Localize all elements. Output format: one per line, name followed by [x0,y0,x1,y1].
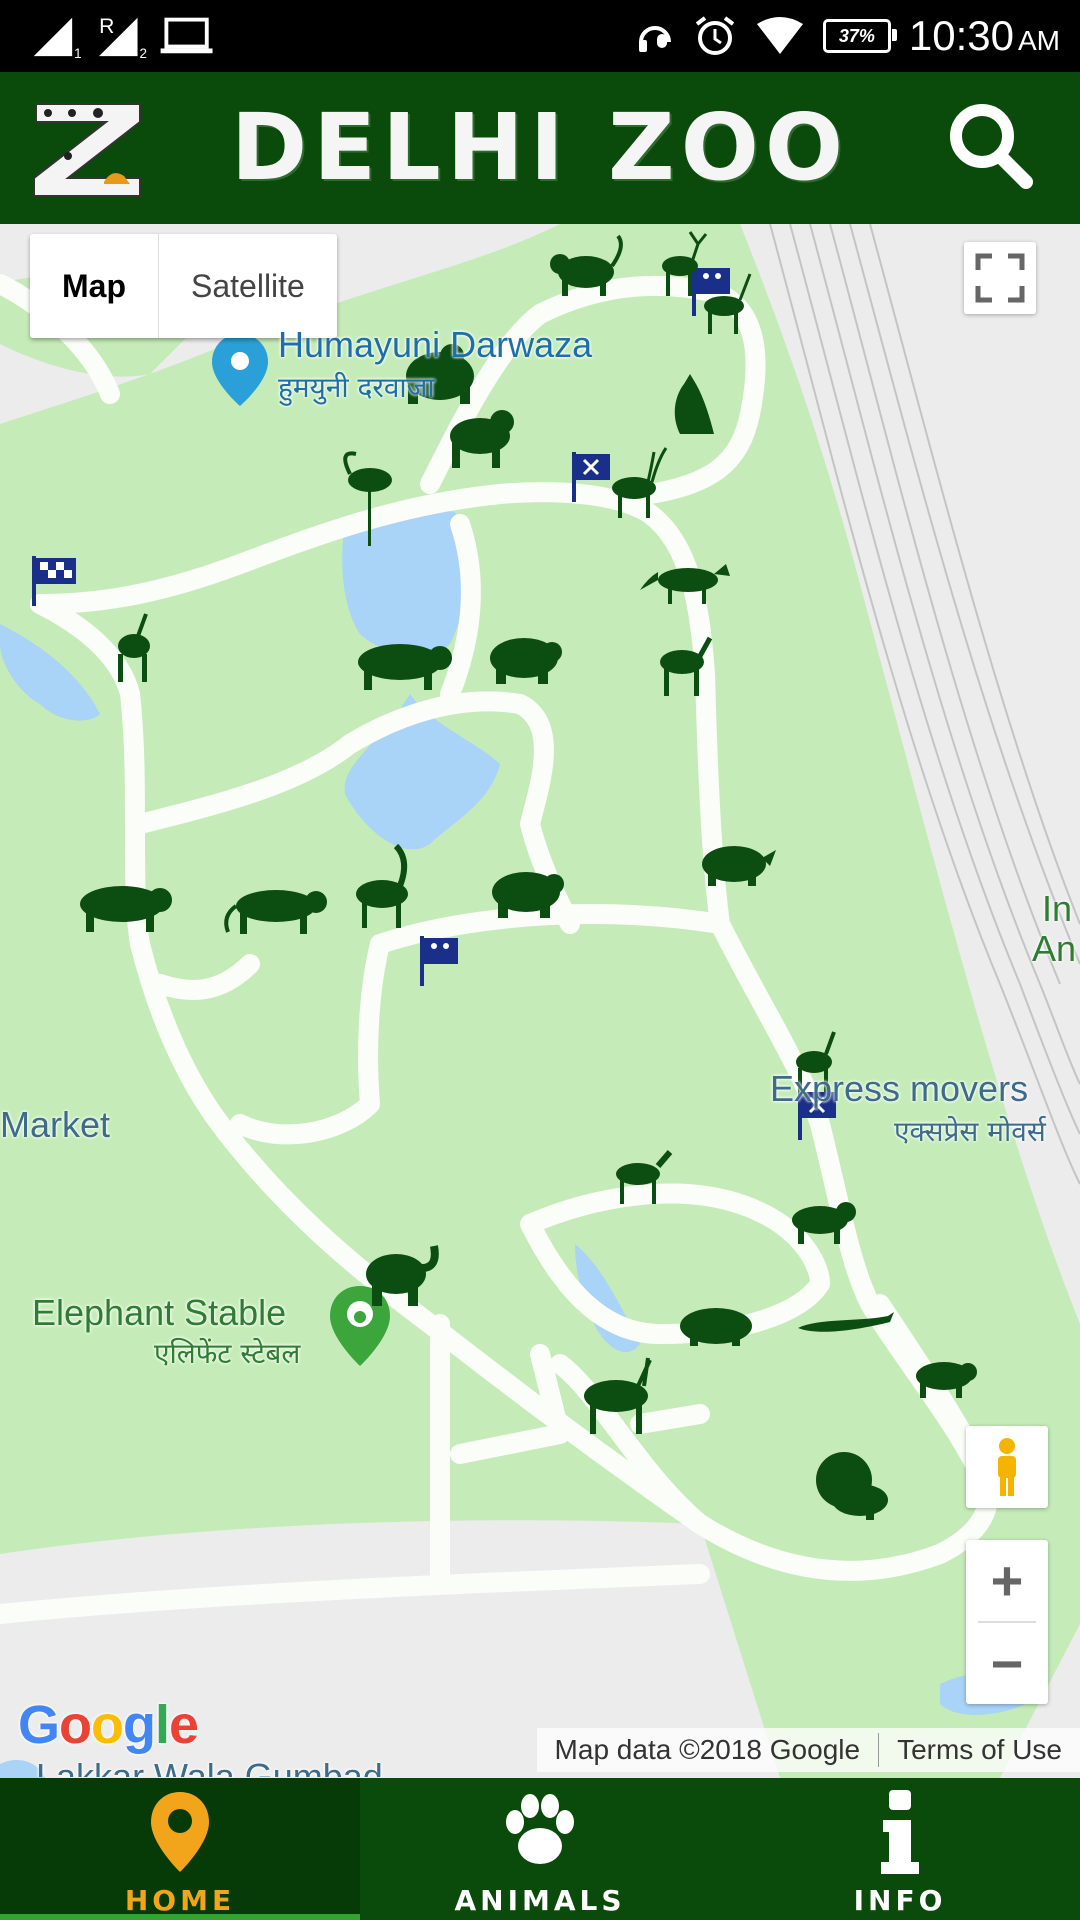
label-right-edge-2: An [1032,928,1077,969]
label-right-edge-1: In [1042,888,1073,929]
sim1-label: 1 [74,46,81,60]
app-title: DELHI ZOO [230,94,850,201]
headset-icon [638,26,671,52]
label-express-movers-hindi: एक्सप्रेस मोवर्स [894,1115,1046,1148]
google-logo: Google [18,1695,199,1755]
bear-icon [490,638,562,684]
map-pin-icon [151,1792,209,1872]
map-data-credit: Map data ©2018 Google [554,1734,861,1765]
fox-icon [640,564,730,604]
map-attribution: Map data ©2018 Google Terms of Use [536,1728,1080,1772]
label-lakkar-wala-gumbad: Lakkar Wala Gumbad [36,1756,383,1778]
tiger-icon [358,644,452,690]
sim2-label: 2 [139,46,146,60]
place-pin-icon [212,334,268,406]
laptop-icon [164,17,209,49]
clock-ampm: AM [1018,25,1060,56]
fullscreen-icon[interactable] [964,242,1036,314]
lion-icon [816,1452,888,1520]
alarm-icon [695,16,735,55]
label-humayuni-darwaza-hindi: हुमयुनी दरवाजा [278,371,435,404]
status-bar: 1 R 2 37% 10:30 AM [0,0,1080,72]
wifi-icon [756,17,803,54]
ibex-icon [356,843,408,928]
map-type-map[interactable]: Map [30,234,159,338]
zoo-map[interactable]: Map Satellite Humayuni Darwaza हुमयुनी द… [0,224,1080,1778]
nav-home[interactable]: HOME [0,1778,360,1920]
map-type-toggle: Map Satellite [30,234,337,338]
tiger-icon [80,886,172,932]
label-express-movers: Express movers [770,1068,1029,1109]
label-elephant-stable: Elephant Stable [32,1292,287,1333]
pegman-icon [998,1438,1016,1496]
label-humayuni-darwaza: Humayuni Darwaza [278,324,593,365]
street-view-button[interactable] [966,1426,1048,1508]
restroom-flag-icon [420,936,458,986]
label-market: Market [0,1104,111,1145]
leopard-icon [224,890,327,934]
deer-icon [118,613,150,682]
nav-info-label: INFO [853,1884,947,1917]
info-icon [881,1790,919,1874]
zoom-in-button[interactable]: + [966,1540,1048,1621]
battery-indicator: 37% [822,19,897,53]
roaming-label: R [99,15,114,38]
terms-of-use-link[interactable]: Terms of Use [879,1734,1080,1766]
paw-icon [506,1794,574,1864]
signal-icons: 1 R 2 [33,15,213,60]
nav-home-label: HOME [124,1884,236,1917]
clock: 10:30 AM [909,12,1060,60]
clock-time: 10:30 [908,12,1014,59]
nav-info[interactable]: INFO [720,1778,1080,1920]
battery-level: 37% [838,25,875,46]
search-icon[interactable] [940,96,1040,196]
zoom-control: + − [966,1540,1048,1704]
map-canvas[interactable] [0,224,1080,1778]
nav-animals-label: ANIMALS [454,1884,626,1917]
bottom-navigation: HOME ANIMALS INFO [0,1778,1080,1920]
signal-sim1-icon [33,17,73,57]
nav-animals[interactable]: ANIMALS [360,1778,720,1920]
map-type-satellite[interactable]: Satellite [159,234,337,338]
hippo-icon [680,1308,752,1346]
rhino-icon [702,846,776,886]
wolf-icon [674,374,714,434]
zoom-out-button[interactable]: − [966,1623,1048,1704]
label-elephant-stable-hindi: एलिफेंट स्टेबल [154,1337,301,1370]
app-header: DELHI ZOO [0,72,1080,224]
